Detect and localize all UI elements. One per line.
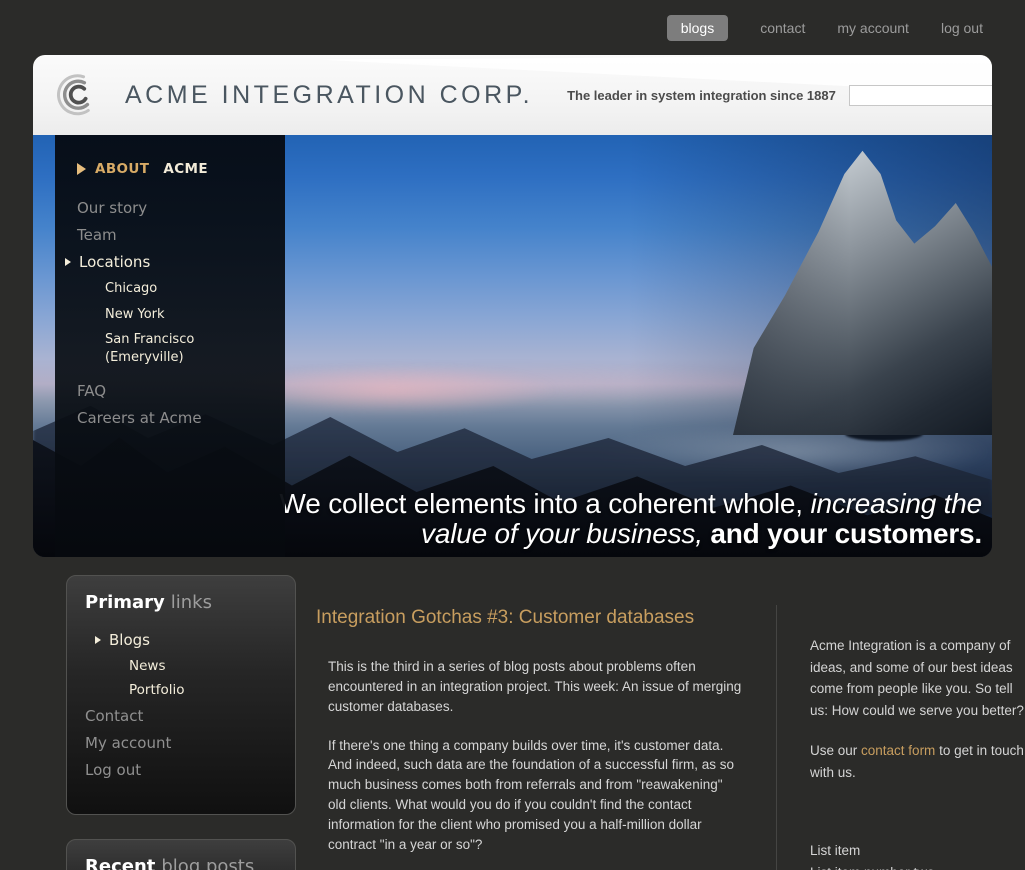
top-user-menu: blogs contact my account log out bbox=[0, 0, 1025, 55]
sidebar-item-portfolio[interactable]: Portfolio bbox=[129, 682, 277, 698]
content-area: Primarylinks Blogs News Portfolio Contac… bbox=[66, 575, 1025, 870]
nav-item-chicago[interactable]: Chicago bbox=[105, 280, 235, 298]
search-input[interactable] bbox=[849, 85, 992, 106]
topbar-item-log-out[interactable]: log out bbox=[941, 20, 983, 36]
primary-links-box: Primarylinks Blogs News Portfolio Contac… bbox=[66, 575, 296, 815]
triangle-right-icon bbox=[77, 163, 86, 175]
site-header: ACME INTEGRATION CORP. The leader in sys… bbox=[33, 55, 992, 135]
nav-about-acme[interactable]: ABOUTACME bbox=[77, 161, 285, 177]
logo-swoosh-icon bbox=[50, 71, 101, 119]
post-title: Integration Gotchas #3: Customer databas… bbox=[316, 607, 776, 629]
search-form bbox=[849, 85, 992, 106]
post-paragraph: If there's one thing a company builds ov… bbox=[328, 736, 742, 855]
sidebar-item-contact[interactable]: Contact bbox=[85, 707, 277, 725]
logo-link[interactable]: ACME INTEGRATION CORP. bbox=[53, 74, 533, 116]
triangle-right-icon bbox=[65, 258, 71, 266]
sidebar-item-log-out[interactable]: Log out bbox=[85, 761, 277, 779]
aside-contact-text: Use our contact form to get in touch wit… bbox=[810, 740, 1025, 783]
list-item: List item number two bbox=[810, 862, 1025, 870]
hero-caption: We collect elements into a coherent whol… bbox=[252, 489, 982, 549]
nav-item-faq[interactable]: FAQ bbox=[77, 382, 285, 400]
post-paragraph: This is the third in a series of blog po… bbox=[328, 657, 742, 717]
hero-banner: ABOUTACME Our story Team Locations Chica… bbox=[33, 135, 992, 557]
site-title: ACME INTEGRATION CORP. bbox=[125, 81, 533, 110]
nav-item-san-francisco[interactable]: San Francisco (Emeryville) bbox=[105, 331, 235, 366]
right-sidebar: Acme Integration is a company of ideas, … bbox=[776, 605, 1025, 870]
aside-list: List item List item number two bbox=[810, 840, 1025, 870]
aside-intro-text: Acme Integration is a company of ideas, … bbox=[810, 635, 1025, 721]
recent-blog-posts-box: Recentblog posts bbox=[66, 839, 296, 870]
recent-blog-posts-title: Recentblog posts bbox=[85, 856, 277, 870]
nav-item-locations[interactable]: Locations bbox=[65, 253, 285, 271]
site-tagline: The leader in system integration since 1… bbox=[567, 88, 836, 103]
sidebar-item-my-account[interactable]: My account bbox=[85, 734, 277, 752]
primary-links-title: Primarylinks bbox=[85, 592, 277, 613]
hero-rock-spire bbox=[733, 145, 992, 435]
triangle-right-icon bbox=[95, 636, 101, 644]
sidebar-item-blogs[interactable]: Blogs bbox=[95, 631, 277, 649]
list-item: List item bbox=[810, 840, 1025, 862]
nav-item-careers[interactable]: Careers at Acme bbox=[77, 409, 285, 427]
topbar-item-contact[interactable]: contact bbox=[760, 20, 805, 36]
left-sidebar: Primarylinks Blogs News Portfolio Contac… bbox=[66, 575, 296, 870]
section-nav-list: Our story Team Locations Chicago New Yor… bbox=[77, 199, 285, 427]
primary-links-menu: Blogs News Portfolio Contact My account … bbox=[85, 631, 277, 779]
nav-item-our-story[interactable]: Our story bbox=[77, 199, 285, 217]
sidebar-item-news[interactable]: News bbox=[129, 658, 277, 674]
nav-item-new-york[interactable]: New York bbox=[105, 306, 235, 324]
topbar-item-blogs[interactable]: blogs bbox=[667, 15, 728, 41]
nav-item-team[interactable]: Team bbox=[77, 226, 285, 244]
section-nav-panel: ABOUTACME Our story Team Locations Chica… bbox=[55, 135, 285, 557]
topbar-item-my-account[interactable]: my account bbox=[837, 20, 909, 36]
main-column: Integration Gotchas #3: Customer databas… bbox=[296, 575, 776, 870]
contact-form-link[interactable]: contact form bbox=[861, 743, 935, 758]
